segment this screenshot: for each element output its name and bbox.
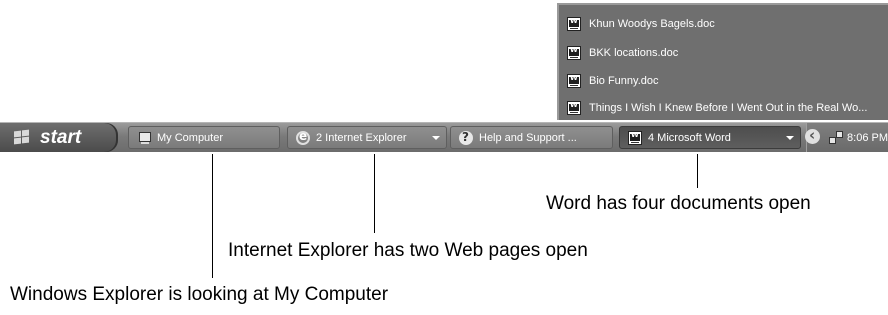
- internet-explorer-icon: [296, 129, 310, 145]
- start-button[interactable]: start: [0, 123, 118, 152]
- word-document-icon: [567, 16, 581, 31]
- word-document-icon: [567, 100, 581, 115]
- popup-item-doc-3[interactable]: Bio Funny.doc: [559, 66, 888, 95]
- callout-line-ie: [374, 154, 375, 233]
- taskbar-button-help-and-support[interactable]: Help and Support ...: [450, 126, 613, 149]
- callout-line-word: [697, 154, 698, 188]
- taskbar-button-label: 4 Microsoft Word: [648, 131, 731, 144]
- screenshot-stage: Khun Woodys Bagels.doc BKK locations.doc…: [0, 0, 888, 315]
- popup-item-label: BKK locations.doc: [589, 46, 679, 59]
- help-icon: [459, 130, 473, 145]
- start-label: start: [40, 126, 82, 148]
- popup-item-doc-4[interactable]: Things I Wish I Knew Before I Went Out i…: [559, 93, 888, 122]
- taskbar-button-internet-explorer[interactable]: 2 Internet Explorer: [287, 126, 447, 149]
- popup-item-doc-2[interactable]: BKK locations.doc: [559, 38, 888, 67]
- show-hidden-icons-button[interactable]: [805, 126, 820, 144]
- callout-line-explorer: [212, 154, 213, 278]
- popup-item-label: Things I Wish I Knew Before I Went Out i…: [589, 101, 868, 114]
- taskbar-button-label: 2 Internet Explorer: [316, 131, 407, 144]
- taskbar-button-label: Help and Support ...: [479, 131, 577, 144]
- taskbar-button-my-computer[interactable]: My Computer: [128, 126, 280, 149]
- word-documents-popup: Khun Woodys Bagels.doc BKK locations.doc…: [557, 3, 888, 120]
- popup-item-label: Bio Funny.doc: [589, 74, 659, 87]
- word-document-icon: [567, 45, 581, 60]
- word-document-icon: [567, 73, 581, 88]
- popup-item-doc-1[interactable]: Khun Woodys Bagels.doc: [559, 9, 888, 38]
- callout-windows-explorer: Windows Explorer is looking at My Comput…: [10, 284, 389, 305]
- my-computer-icon: [137, 131, 151, 145]
- windows-logo-icon: [14, 129, 32, 146]
- taskbar-button-label: My Computer: [157, 131, 224, 144]
- taskbar-button-microsoft-word[interactable]: 4 Microsoft Word: [619, 126, 801, 149]
- clock[interactable]: 8:06 PM: [847, 132, 888, 144]
- network-icon[interactable]: [829, 130, 843, 145]
- chevron-down-icon: [432, 136, 440, 140]
- callout-internet-explorer: Internet Explorer has two Web pages open: [228, 240, 588, 261]
- chevron-down-icon: [786, 136, 794, 140]
- callout-word: Word has four documents open: [546, 193, 811, 214]
- popup-item-label: Khun Woodys Bagels.doc: [589, 17, 715, 30]
- taskbar: start My Computer 2 Internet Explorer He…: [0, 122, 888, 152]
- word-icon: [628, 130, 642, 145]
